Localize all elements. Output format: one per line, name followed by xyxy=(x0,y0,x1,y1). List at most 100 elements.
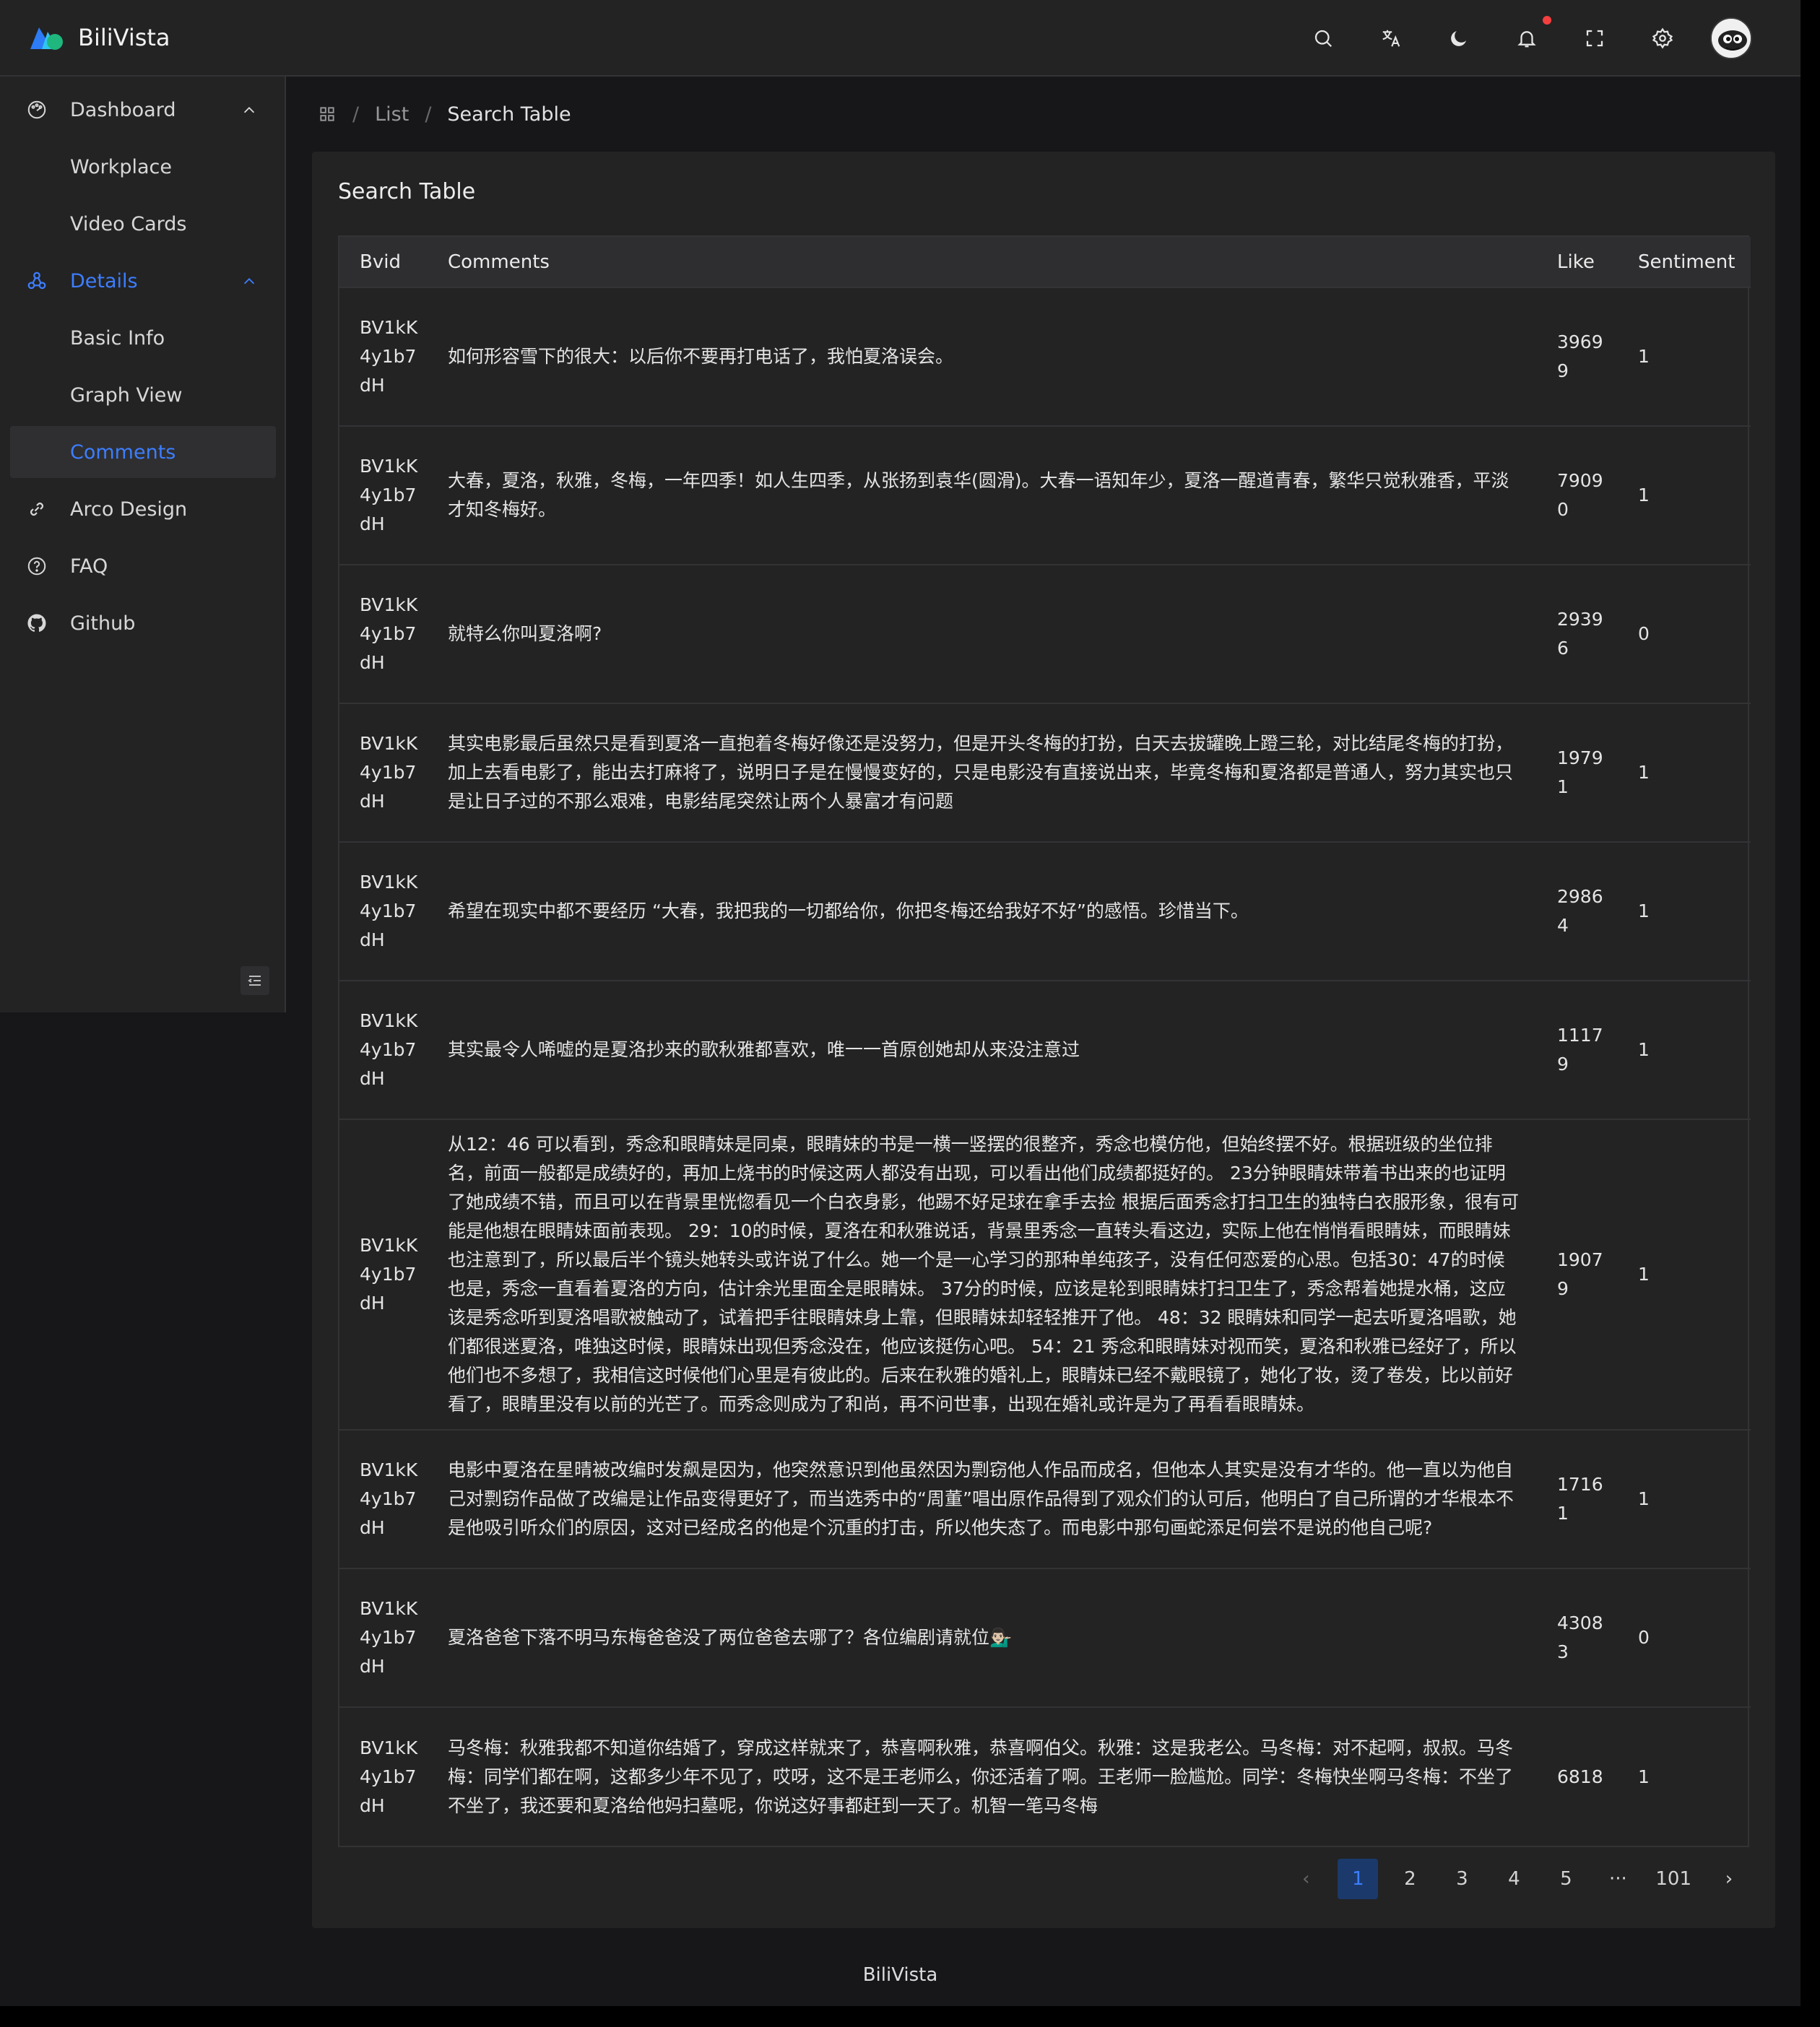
dashboard-icon xyxy=(27,100,46,119)
fullscreen-icon[interactable] xyxy=(1580,24,1609,53)
search-table-card: Search Table Bvid Comments Like Sentimen… xyxy=(312,152,1775,1928)
chevron-up-icon[interactable] xyxy=(241,103,257,118)
table-row: BV1kK4y1b7dH 从12：46 可以看到，秀念和眼睛妹是同桌，眼睛妹的书… xyxy=(339,1119,1751,1431)
cell-bvid: BV1kK4y1b7dH xyxy=(339,703,428,843)
cell-bvid: BV1kK4y1b7dH xyxy=(339,1430,428,1569)
logo-icon xyxy=(30,27,63,50)
page-button-4[interactable]: 4 xyxy=(1494,1859,1534,1899)
table-row: BV1kK4y1b7dH 电影中夏洛在星晴被改编时发飙是因为，他突然意识到他虽然… xyxy=(339,1430,1751,1569)
table-row: BV1kK4y1b7dH 其实最令人唏嘘的是夏洛抄来的歌秋雅都喜欢，唯一一首原创… xyxy=(339,981,1751,1120)
cell-like: 79090 xyxy=(1540,426,1618,565)
cell-sentiment: 1 xyxy=(1618,426,1751,565)
cell-comment: 就特么你叫夏洛啊? xyxy=(428,565,1540,704)
cell-like: 43083 xyxy=(1540,1568,1618,1708)
cell-bvid: BV1kK4y1b7dH xyxy=(360,1737,418,1816)
page-title: Search Table xyxy=(338,179,476,204)
cell-bvid: BV1kK4y1b7dH xyxy=(339,1119,428,1431)
footer: BiliVista xyxy=(862,1964,938,1986)
page-button-last[interactable]: 101 xyxy=(1650,1859,1697,1899)
next-page-button[interactable]: › xyxy=(1709,1859,1749,1899)
sidebar-item-label: FAQ xyxy=(70,555,108,578)
cell-comment: 马冬梅：秋雅我都不知道你结婚了，穿成这样就来了，恭喜啊秋雅，恭喜啊伯父。秋雅：这… xyxy=(448,1737,1514,1816)
cell-comment: 如何形容雪下的很大：以后你不要再打电话了，我怕夏洛误会。 xyxy=(428,287,1540,427)
cell-bvid: BV1kK4y1b7dH xyxy=(339,565,428,704)
table-row: BV1kK4y1b7dH 就特么你叫夏洛啊? 29396 0 xyxy=(339,565,1751,704)
comments-table: Bvid Comments Like Sentiment BV1kK4y1b7d… xyxy=(338,235,1751,1847)
prev-page-button[interactable]: ‹ xyxy=(1286,1859,1326,1899)
moon-icon[interactable] xyxy=(1444,24,1473,53)
pagination: ‹ 1 2 3 4 5 ··· 101 › xyxy=(1274,1859,1749,1899)
gear-icon[interactable] xyxy=(1648,24,1677,53)
sidebar: Dashboard Workplace Video Cards Details … xyxy=(0,77,286,1012)
cell-sentiment: 1 xyxy=(1618,1119,1751,1431)
table-row: BV1kK4y1b7dH 大春，夏洛，秋雅，冬梅，一年四季！如人生四季，从张扬到… xyxy=(339,426,1751,565)
sidebar-item-comments[interactable]: Comments xyxy=(10,426,276,478)
page-ellipsis[interactable]: ··· xyxy=(1598,1859,1638,1899)
sidebar-item-label: Details xyxy=(70,269,138,292)
breadcrumb-item-list[interactable]: List xyxy=(375,103,409,126)
brand-name: BiliVista xyxy=(78,24,170,51)
collapse-sidebar-button[interactable] xyxy=(240,966,269,995)
sidebar-item-video-cards[interactable]: Video Cards xyxy=(10,198,276,250)
table-header-row: Bvid Comments Like Sentiment xyxy=(339,237,1751,288)
sidebar-item-basic-info[interactable]: Basic Info xyxy=(10,312,276,364)
table-row: BV1kK4y1b7dH 希望在现实中都不要经历 “大春，我把我的一切都给你，你… xyxy=(339,842,1751,981)
page-button-2[interactable]: 2 xyxy=(1390,1859,1430,1899)
page-button-1[interactable]: 1 xyxy=(1338,1859,1379,1899)
avatar[interactable] xyxy=(1710,17,1752,59)
breadcrumb-item-current: Search Table xyxy=(447,103,571,126)
cell-sentiment: 1 xyxy=(1618,703,1751,843)
table-row: BV1kK4y1b7dH 马冬梅：秋雅我都不知道你结婚了，穿成这样就来了，恭喜啊… xyxy=(339,1707,1751,1846)
sidebar-item-details[interactable]: Details xyxy=(10,255,276,307)
cell-comment: 从12：46 可以看到，秀念和眼睛妹是同桌，眼睛妹的书是一横一竖摆的很整齐，秀念… xyxy=(428,1119,1540,1431)
cell-like: 17161 xyxy=(1540,1430,1618,1569)
cell-comment: 其实电影最后虽然只是看到夏洛一直抱着冬梅好像还是没努力，但是开头冬梅的打扮，白天… xyxy=(428,703,1540,843)
sidebar-item-github[interactable]: Github xyxy=(10,597,276,649)
cell-like: 29396 xyxy=(1540,565,1618,704)
cell-sentiment: 0 xyxy=(1618,565,1751,704)
bell-icon[interactable] xyxy=(1512,24,1541,53)
sidebar-item-workplace[interactable]: Workplace xyxy=(10,141,276,193)
details-icon xyxy=(27,272,46,290)
sidebar-item-label: Github xyxy=(70,612,136,635)
sidebar-item-arco-design[interactable]: Arco Design xyxy=(10,483,276,535)
menu-fold-icon xyxy=(248,976,261,986)
cell-like: 19079 xyxy=(1540,1119,1618,1431)
sidebar-item-dashboard[interactable]: Dashboard xyxy=(10,84,276,136)
page-button-5[interactable]: 5 xyxy=(1546,1859,1586,1899)
breadcrumb: / List / Search Table xyxy=(318,101,571,127)
apps-icon[interactable] xyxy=(318,105,337,123)
translate-icon[interactable] xyxy=(1377,24,1405,53)
cell-sentiment: 1 xyxy=(1618,981,1751,1120)
cell-comment: 希望在现实中都不要经历 “大春，我把我的一切都给你，你把冬梅还给我好不好”的感悟… xyxy=(428,842,1540,981)
cell-sentiment: 0 xyxy=(1618,1568,1751,1708)
table-row: BV1kK4y1b7dH 其实电影最后虽然只是看到夏洛一直抱着冬梅好像还是没努力… xyxy=(339,703,1751,843)
column-header-bvid[interactable]: Bvid xyxy=(339,237,428,288)
sidebar-item-label: Video Cards xyxy=(70,212,187,235)
table-row: BV1kK4y1b7dH 如何形容雪下的很大：以后你不要再打电话了，我怕夏洛误会… xyxy=(339,287,1751,427)
sidebar-item-label: Comments xyxy=(70,440,176,464)
sidebar-item-label: Dashboard xyxy=(70,98,176,121)
cell-like: 29864 xyxy=(1540,842,1618,981)
app-window: BiliVista Dashboard Workplace Video Card… xyxy=(0,0,1800,2006)
top-navbar: BiliVista xyxy=(0,0,1800,77)
link-icon xyxy=(30,503,43,516)
sidebar-item-graph-view[interactable]: Graph View xyxy=(10,369,276,421)
breadcrumb-separator: / xyxy=(425,103,432,126)
column-header-comments[interactable]: Comments xyxy=(428,237,1540,288)
column-header-like[interactable]: Like xyxy=(1540,237,1618,288)
page-button-3[interactable]: 3 xyxy=(1442,1859,1482,1899)
cell-sentiment: 1 xyxy=(1618,287,1751,427)
cell-comment: 其实最令人唏嘘的是夏洛抄来的歌秋雅都喜欢，唯一一首原创她却从来没注意过 xyxy=(428,981,1540,1120)
cell-bvid: BV1kK4y1b7dH xyxy=(339,426,428,565)
cell-comment: 大春，夏洛，秋雅，冬梅，一年四季！如人生四季，从张扬到袁华(圆滑)。大春一语知年… xyxy=(428,426,1540,565)
chevron-up-icon[interactable] xyxy=(241,274,257,290)
column-header-sentiment[interactable]: Sentiment xyxy=(1618,237,1751,288)
cell-comment: 电影中夏洛在星晴被改编时发飙是因为，他突然意识到他虽然因为剽窃他人作品而成名，但… xyxy=(428,1430,1540,1569)
search-icon[interactable] xyxy=(1309,24,1338,53)
sidebar-item-faq[interactable]: FAQ xyxy=(10,540,276,592)
cell-like: 19791 xyxy=(1540,703,1618,843)
cell-like: 39699 xyxy=(1540,287,1618,427)
cell-bvid: BV1kK4y1b7dH xyxy=(339,981,428,1120)
cell-sentiment: 1 xyxy=(1618,1430,1751,1569)
